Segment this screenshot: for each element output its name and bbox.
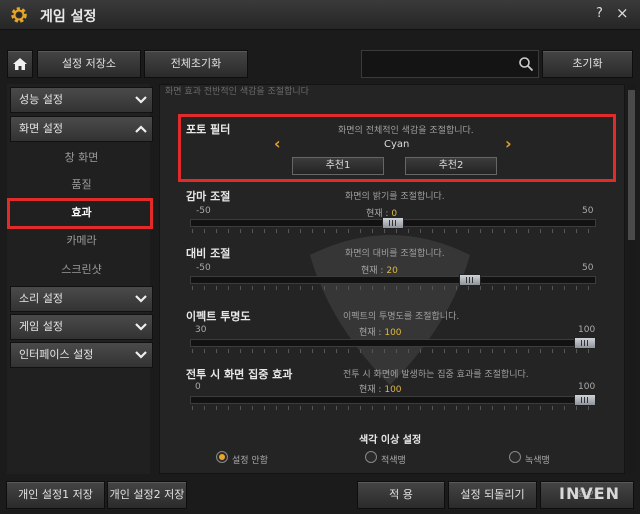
gamma-title: 감마 조절 bbox=[186, 190, 231, 203]
combat-focus-title: 전투 시 화면 집중 효과 bbox=[186, 368, 293, 381]
chevron-down-icon bbox=[135, 295, 147, 303]
color-blind-title: 색각 이상 설정 bbox=[359, 435, 422, 446]
color-blind-option-label: 녹색맹 bbox=[525, 456, 550, 466]
combat-focus-ticks bbox=[192, 406, 594, 410]
effect-opacity-slider[interactable] bbox=[190, 339, 596, 347]
watermark: INVEN bbox=[559, 484, 621, 503]
effect-opacity-slider-thumb[interactable] bbox=[574, 337, 596, 349]
title-bar: 게임 설정 ? × bbox=[0, 0, 640, 30]
gamma-slider-thumb[interactable] bbox=[382, 217, 404, 229]
contrast-slider-thumb[interactable] bbox=[458, 274, 481, 286]
search-field[interactable] bbox=[361, 50, 539, 78]
combat-focus-current-value: 100 bbox=[384, 385, 402, 395]
contrast-current: 현재 : 20 bbox=[361, 263, 398, 276]
color-blind-option-none[interactable] bbox=[216, 451, 228, 463]
revert-button[interactable]: 설정 되돌리기 bbox=[448, 481, 537, 509]
effect-opacity-current: 현재 : 100 bbox=[359, 325, 402, 338]
chevron-up-icon bbox=[135, 125, 147, 133]
chevron-down-icon bbox=[135, 96, 147, 104]
search-input[interactable] bbox=[366, 55, 511, 73]
home-icon bbox=[13, 58, 27, 70]
category-label: 게임 설정 bbox=[19, 320, 63, 333]
next-arrow-icon[interactable]: › bbox=[505, 134, 512, 153]
sidebar-item-window-mode[interactable]: 창 화면 bbox=[10, 145, 153, 171]
photo-filter-title: 포토 필터 bbox=[186, 123, 231, 136]
sidebar-item-camera[interactable]: 카메라 bbox=[10, 228, 153, 254]
combat-focus-current: 현재 : 100 bbox=[359, 382, 402, 395]
category-label: 인터페이스 설정 bbox=[19, 348, 94, 361]
combat-focus-max: 100 bbox=[578, 382, 596, 392]
category-sound[interactable]: 소리 설정 bbox=[10, 286, 153, 312]
save-preset1-button[interactable]: 개인 설정1 저장 bbox=[6, 481, 105, 509]
effect-opacity-current-value: 100 bbox=[384, 328, 402, 338]
effect-opacity-current-label: 현재 : bbox=[359, 328, 382, 338]
combat-focus-slider-thumb[interactable] bbox=[574, 394, 596, 406]
category-label: 성능 설정 bbox=[19, 93, 63, 106]
combat-focus-current-label: 현재 : bbox=[359, 385, 382, 395]
category-performance[interactable]: 성능 설정 bbox=[10, 87, 153, 113]
combat-focus-description: 전투 시 화면에 발생하는 집중 효과를 조절합니다. bbox=[343, 370, 529, 380]
contrast-title: 대비 조절 bbox=[186, 247, 231, 260]
gamma-max: 50 bbox=[582, 206, 594, 216]
color-blind-option-protanopia[interactable] bbox=[365, 451, 377, 463]
chevron-down-icon bbox=[135, 323, 147, 331]
window-title: 게임 설정 bbox=[40, 9, 97, 25]
contrast-current-value: 20 bbox=[386, 266, 398, 276]
category-display[interactable]: 화면 설정 bbox=[10, 116, 153, 142]
reset-button[interactable]: 초기화 bbox=[542, 50, 633, 78]
scrollbar-thumb[interactable] bbox=[628, 90, 635, 240]
category-label: 화면 설정 bbox=[19, 122, 63, 135]
contrast-ticks bbox=[192, 286, 594, 290]
recommend1-button[interactable]: 추천1 bbox=[292, 157, 384, 175]
gear-icon bbox=[11, 7, 27, 23]
combat-focus-slider[interactable] bbox=[190, 396, 596, 404]
highlight-frame bbox=[7, 198, 153, 229]
apply-button[interactable]: 적 용 bbox=[357, 481, 445, 509]
prev-arrow-icon[interactable]: ‹ bbox=[274, 134, 281, 153]
photo-filter-value: Cyan bbox=[384, 139, 410, 150]
color-blind-option-label: 적색맹 bbox=[381, 456, 406, 466]
contrast-max: 50 bbox=[582, 263, 594, 273]
category-label: 소리 설정 bbox=[19, 292, 63, 305]
effect-opacity-title: 이펙트 투명도 bbox=[186, 310, 251, 323]
contrast-min: -50 bbox=[196, 263, 211, 273]
color-blind-option-deuteranopia[interactable] bbox=[509, 451, 521, 463]
effect-opacity-ticks bbox=[192, 349, 594, 353]
panel-scrollbar[interactable] bbox=[627, 84, 636, 474]
category-interface[interactable]: 인터페이스 설정 bbox=[10, 342, 153, 368]
save-preset2-button[interactable]: 개인 설정2 저장 bbox=[107, 481, 187, 509]
effect-opacity-max: 100 bbox=[578, 325, 596, 335]
chevron-down-icon bbox=[135, 351, 147, 359]
reset-all-button[interactable]: 전체초기화 bbox=[144, 50, 248, 78]
contrast-current-label: 현재 : bbox=[361, 266, 384, 276]
sidebar-item-screenshot[interactable]: 스크린샷 bbox=[10, 257, 153, 283]
gamma-ticks bbox=[192, 229, 594, 233]
color-blind-option-label: 설정 안함 bbox=[232, 456, 268, 466]
recommend2-button[interactable]: 추천2 bbox=[405, 157, 497, 175]
contrast-slider[interactable] bbox=[190, 276, 596, 284]
help-button[interactable]: ? bbox=[596, 6, 603, 21]
gamma-description: 화면의 밝기를 조절합니다. bbox=[345, 192, 445, 202]
gamma-min: -50 bbox=[196, 206, 211, 216]
home-button[interactable] bbox=[7, 50, 33, 78]
preset-storage-button[interactable]: 설정 저장소 bbox=[37, 50, 141, 78]
contrast-description: 화면의 대비를 조절합니다. bbox=[345, 249, 445, 259]
category-game[interactable]: 게임 설정 bbox=[10, 314, 153, 340]
effect-opacity-description: 이펙트의 투명도를 조절합니다. bbox=[343, 312, 460, 322]
combat-focus-min: 0 bbox=[195, 382, 201, 392]
photo-filter-description: 화면의 전체적인 색감을 조절합니다. bbox=[338, 126, 474, 136]
close-button[interactable]: × bbox=[616, 4, 629, 22]
cut-off-text: 화면 효과 전반적인 색감을 조절합니다 bbox=[165, 87, 309, 97]
effect-opacity-min: 30 bbox=[195, 325, 207, 335]
sidebar-item-quality[interactable]: 품질 bbox=[10, 172, 153, 198]
search-icon[interactable] bbox=[518, 56, 534, 72]
